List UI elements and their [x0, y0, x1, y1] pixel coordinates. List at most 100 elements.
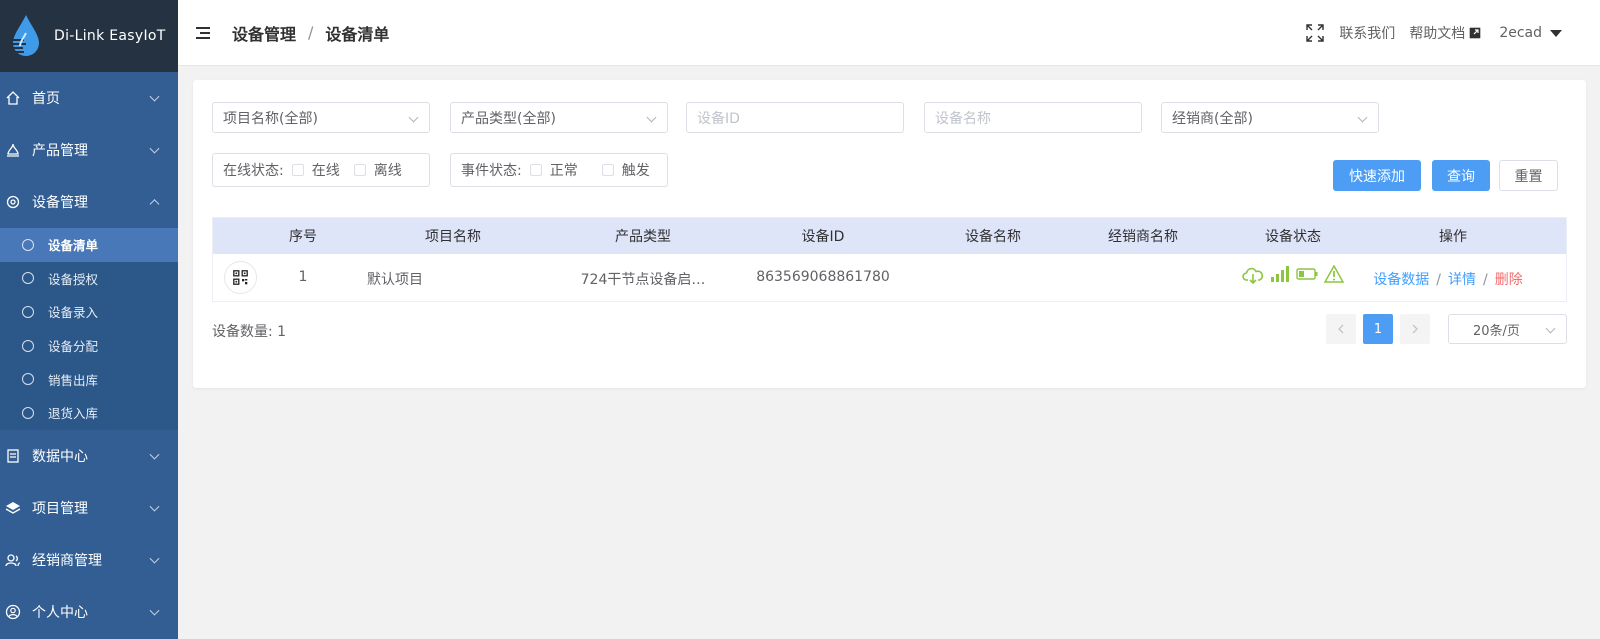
help-docs-link[interactable]: 帮助文档 — [1409, 23, 1481, 43]
brand[interactable]: Di-Link EasyIoT — [0, 0, 178, 72]
sidebar-item-data-center[interactable]: 数据中心 — [0, 430, 178, 482]
dealer-select[interactable]: 经销商(全部) — [1161, 102, 1379, 133]
cell-project: 默认项目 — [367, 272, 423, 288]
warning-icon — [1324, 265, 1344, 283]
product-icon — [4, 141, 22, 159]
device-submenu: 设备清单 设备授权 设备录入 设备分配 销售出库 退货入库 — [0, 228, 178, 430]
chevron-down-icon — [646, 112, 657, 123]
sidebar-subitem-device-assign[interactable]: 设备分配 — [0, 329, 178, 363]
project-select[interactable]: 项目名称(全部) — [212, 102, 430, 133]
online-checkbox-label[interactable]: 在线 — [312, 160, 340, 180]
sidebar-item-label: 项目管理 — [32, 500, 88, 517]
normal-checkbox[interactable] — [529, 164, 542, 176]
sidebar-item-home[interactable]: 首页 — [0, 72, 178, 124]
cell-status — [1233, 265, 1353, 285]
trigger-checkbox[interactable] — [601, 164, 614, 176]
users-icon — [4, 551, 22, 569]
gear-icon — [22, 406, 34, 419]
sidebar-subitem-device-auth[interactable]: 设备授权 — [0, 262, 178, 296]
offline-checkbox-label[interactable]: 离线 — [374, 160, 402, 180]
sidebar-item-label: 数据中心 — [32, 448, 88, 465]
device-id-placeholder: 设备ID — [697, 110, 740, 127]
qr-code-icon[interactable] — [224, 261, 257, 294]
logo-icon — [8, 15, 39, 56]
normal-checkbox-label[interactable]: 正常 — [550, 160, 578, 180]
cell-product-type: 724干节点设备启… — [580, 272, 706, 288]
home-icon — [4, 89, 22, 107]
chevron-down-icon — [149, 449, 160, 460]
contact-link[interactable]: 联系我们 — [1339, 23, 1395, 43]
cell-device-id: 863569068861780 — [756, 269, 890, 285]
sidebar-item-projects[interactable]: 项目管理 — [0, 482, 178, 534]
caret-down-icon — [1550, 29, 1562, 37]
device-icon — [4, 193, 22, 211]
quick-add-button[interactable]: 快速添加 — [1333, 160, 1421, 191]
sidebar-item-products[interactable]: 产品管理 — [0, 124, 178, 176]
help-docs-label: 帮助文档 — [1409, 26, 1466, 42]
device-table: 序号 项目名称 产品类型 设备ID 设备名称 经销商名称 设备状态 操作 1 默… — [212, 217, 1567, 302]
sidebar-subitem-label: 设备清单 — [48, 238, 99, 254]
chevron-down-icon — [1357, 112, 1368, 123]
sidebar-subitem-label: 设备授权 — [48, 271, 99, 287]
column-header: 项目名称 — [425, 229, 481, 245]
device-data-link[interactable]: 设备数据 — [1373, 272, 1429, 288]
sidebar-subitem-label: 退货入库 — [48, 406, 99, 422]
breadcrumb: 设备管理 / 设备清单 — [232, 21, 389, 45]
user-menu[interactable]: 2ecad — [1499, 25, 1562, 41]
trigger-checkbox-label[interactable]: 触发 — [622, 160, 650, 180]
cloud-online-icon — [1242, 267, 1264, 285]
device-name-input[interactable]: 设备名称 — [924, 102, 1142, 133]
sidebar: Di-Link EasyIoT 首页 产品管理 设备管理 设备清单 设备授权 设… — [0, 0, 178, 639]
sidebar-item-label: 个人中心 — [32, 604, 88, 621]
header-actions: 联系我们 帮助文档 2ecad — [1291, 0, 1562, 66]
external-link-icon — [1470, 27, 1481, 39]
sidebar-item-dealers[interactable]: 经销商管理 — [0, 534, 178, 586]
sidebar-item-devices[interactable]: 设备管理 — [0, 176, 178, 228]
column-header: 产品类型 — [615, 229, 671, 245]
sidebar-item-profile[interactable]: 个人中心 — [0, 586, 178, 638]
online-checkbox[interactable] — [291, 164, 304, 176]
page-size-select[interactable]: 20条/页 — [1448, 314, 1567, 344]
product-type-select-value: 产品类型(全部) — [461, 110, 556, 127]
chevron-up-icon — [149, 199, 160, 210]
fullscreen-icon[interactable] — [1305, 23, 1325, 43]
chevron-down-icon — [149, 553, 160, 564]
cell-index: 1 — [298, 269, 308, 285]
sidebar-subitem-sales-out[interactable]: 销售出库 — [0, 362, 178, 396]
sidebar-item-label: 设备管理 — [32, 195, 88, 211]
menu-toggle-icon[interactable] — [196, 26, 210, 39]
sidebar-subitem-device-list[interactable]: 设备清单 — [0, 228, 178, 262]
reset-button[interactable]: 重置 — [1499, 160, 1558, 191]
op-separator: / — [1436, 272, 1441, 288]
gear-icon — [22, 373, 34, 386]
prev-page-button[interactable] — [1326, 314, 1356, 344]
device-id-input[interactable]: 设备ID — [686, 102, 904, 133]
sidebar-item-label: 首页 — [32, 91, 60, 107]
online-status-label: 在线状态: — [223, 163, 284, 179]
column-header: 经销商名称 — [1108, 229, 1178, 245]
breadcrumb-item[interactable]: 设备管理 — [232, 21, 296, 45]
column-header: 设备ID — [801, 229, 845, 245]
page-size-value: 20条/页 — [1473, 323, 1520, 339]
query-button[interactable]: 查询 — [1432, 160, 1490, 191]
chevron-down-icon — [149, 91, 160, 102]
gear-icon — [22, 305, 34, 318]
device-list-card: 项目名称(全部) 产品类型(全部) 设备ID 设备名称 经销商(全部) 在线状态… — [193, 80, 1586, 388]
sidebar-subitem-return-in[interactable]: 退货入库 — [0, 396, 178, 430]
sidebar-item-label: 产品管理 — [32, 143, 88, 159]
sidebar-subitem-device-entry[interactable]: 设备录入 — [0, 295, 178, 329]
offline-checkbox[interactable] — [353, 164, 366, 176]
product-type-select[interactable]: 产品类型(全部) — [450, 102, 668, 133]
column-header: 设备名称 — [965, 229, 1021, 245]
brand-name: Di-Link EasyIoT — [54, 28, 166, 44]
page-number-current[interactable]: 1 — [1363, 314, 1393, 344]
chevron-left-icon — [1338, 324, 1344, 334]
chevron-down-icon — [1545, 323, 1556, 334]
detail-link[interactable]: 详情 — [1448, 272, 1476, 288]
document-icon — [4, 447, 22, 465]
next-page-button[interactable] — [1400, 314, 1430, 344]
table-header: 序号 项目名称 产品类型 设备ID 设备名称 经销商名称 设备状态 操作 — [213, 218, 1566, 254]
sidebar-subitem-label: 设备分配 — [48, 339, 99, 355]
op-separator: / — [1483, 272, 1488, 288]
delete-link[interactable]: 删除 — [1495, 272, 1523, 288]
